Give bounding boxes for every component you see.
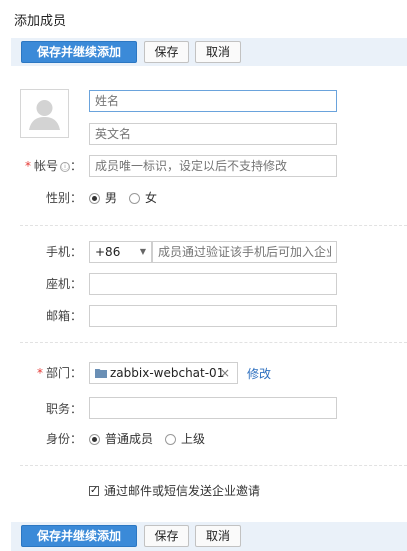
avatar-placeholder-icon [21, 90, 68, 137]
required-marker: * [36, 366, 43, 380]
landline-input[interactable] [89, 273, 337, 295]
info-icon[interactable]: ⓘ [59, 162, 70, 172]
radio-unchecked-icon [165, 433, 176, 445]
radio-unchecked-icon [129, 192, 140, 204]
save-and-continue-button[interactable]: 保存并继续添加 [21, 525, 137, 547]
caret-down-icon: ▼ [139, 247, 146, 256]
save-and-continue-button[interactable]: 保存并继续添加 [21, 41, 137, 63]
mobile-label: 手机： [45, 245, 82, 259]
page-title: 添加成员 [14, 14, 67, 29]
department-name: zabbix-webchat-01 [110, 366, 225, 380]
radio-checked-icon [89, 433, 100, 445]
section-divider [20, 465, 407, 466]
country-code-select[interactable]: +86 ▼ [89, 241, 152, 263]
position-label: 职务： [45, 402, 82, 416]
save-button[interactable]: 保存 [144, 41, 189, 63]
top-toolbar: 保存并继续添加 保存 取消 [11, 38, 407, 66]
invite-label: 通过邮件或短信发送企业邀请 [104, 484, 261, 498]
name-input[interactable] [89, 90, 337, 112]
department-label: * 部门： [36, 366, 82, 380]
gender-female-radio[interactable]: 女 [129, 190, 157, 206]
section-divider [20, 342, 407, 343]
bottom-toolbar: 保存并继续添加 保存 取消 [11, 522, 407, 551]
identity-member-radio[interactable]: 普通成员 [89, 431, 153, 447]
folder-icon [95, 369, 107, 378]
english-name-input[interactable] [89, 123, 337, 145]
email-label: 邮箱： [45, 309, 82, 323]
identity-label: 身份： [45, 432, 82, 446]
position-input[interactable] [89, 397, 337, 419]
email-input[interactable] [89, 305, 337, 327]
account-input[interactable] [89, 155, 337, 177]
section-divider [20, 225, 407, 226]
avatar-upload[interactable] [20, 89, 69, 138]
identity-superior-radio[interactable]: 上级 [165, 431, 205, 447]
department-tag: zabbix-webchat-01 × [89, 362, 238, 384]
account-label: * 帐号 ⓘ： [24, 159, 82, 173]
landline-label: 座机： [45, 277, 82, 291]
radio-checked-icon [89, 192, 100, 204]
gender-label: 性别： [45, 191, 82, 205]
checkbox-checked-icon[interactable] [89, 483, 99, 499]
required-marker: * [24, 159, 31, 173]
edit-department-link[interactable]: 修改 [247, 366, 271, 382]
gender-male-radio[interactable]: 男 [89, 190, 117, 206]
cancel-button[interactable]: 取消 [195, 525, 241, 547]
mobile-input[interactable] [152, 241, 337, 263]
remove-department-icon[interactable]: × [220, 363, 230, 383]
cancel-button[interactable]: 取消 [195, 41, 241, 63]
invite-checkbox-row[interactable]: 通过邮件或短信发送企业邀请 [89, 483, 260, 499]
save-button[interactable]: 保存 [144, 525, 189, 547]
